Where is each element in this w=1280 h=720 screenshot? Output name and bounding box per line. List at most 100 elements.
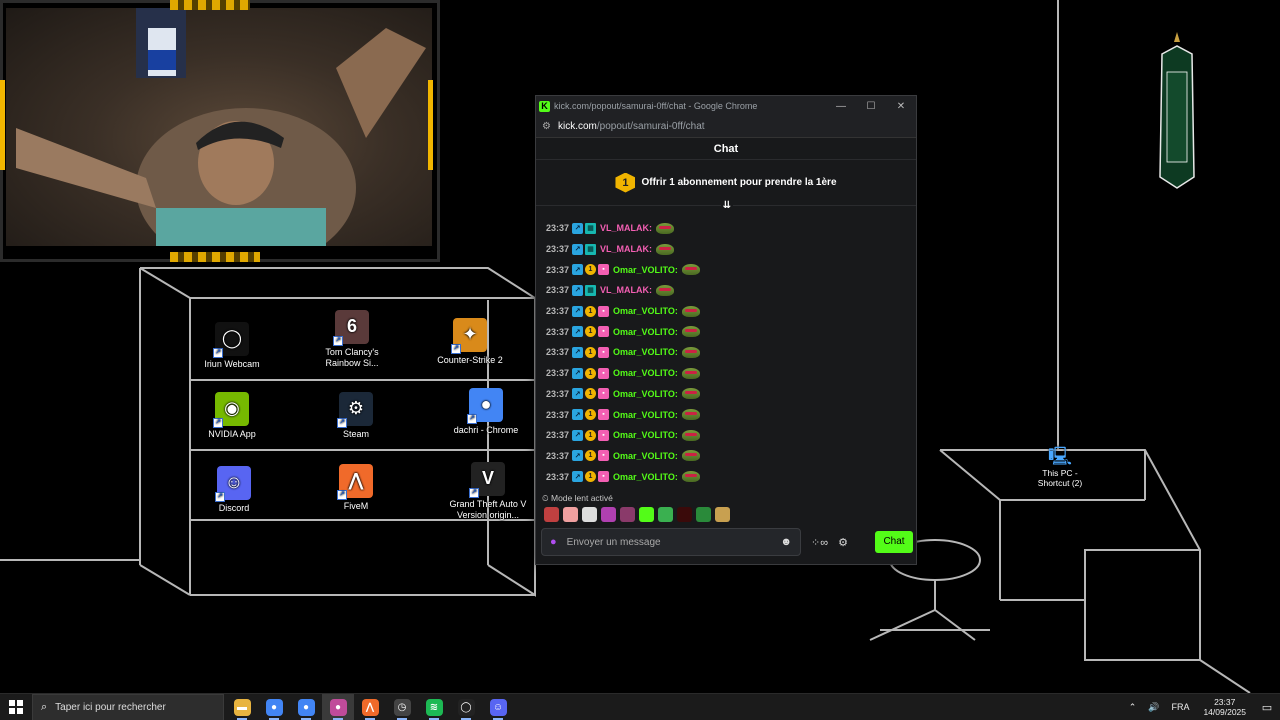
discord-icon: ☺ [489,698,507,716]
emote-icon[interactable] [715,507,730,522]
gta-icon: V ↗ [469,462,505,498]
desktop-icon[interactable]: V ↗ Grand Theft Auto V Version origin... [446,462,530,521]
taskbar-app[interactable]: ☺ [482,694,514,720]
mic-icon[interactable]: ● [550,536,557,548]
this-pc-shortcut[interactable]: 🖳 This PC - Shortcut (2) [1030,446,1090,488]
message-username[interactable]: Omar_VOLITO: [613,347,678,357]
file-explorer-icon: ▬ [233,698,251,716]
taskbar-app[interactable]: ≋ [418,694,450,720]
minimize-button[interactable]: — [826,101,856,112]
chrome-profile-icon: ● [329,698,347,716]
message-username[interactable]: Omar_VOLITO: [613,265,678,275]
frog-emote-icon[interactable] [681,346,700,358]
message-username[interactable]: Omar_VOLITO: [613,389,678,399]
webcam-frame [0,0,440,262]
volume-icon[interactable]: 🔊 [1148,702,1159,713]
taskbar-app[interactable]: ▬ [226,694,258,720]
emote-icon[interactable] [658,507,673,522]
frog-emote-icon[interactable] [681,409,700,421]
message-username[interactable]: VL_MALAK: [600,244,652,254]
emoji-icon[interactable]: ☻ [780,536,792,548]
subscriber-badge-icon: 1 [585,388,596,400]
desktop-icon-label: Steam [342,429,369,439]
window-titlebar[interactable]: K kick.com/popout/samurai-0ff/chat - Goo… [536,96,916,116]
taskbar-app[interactable]: ● [322,693,354,720]
desktop-icon[interactable]: 6 ↗ Tom Clancy's Rainbow Si... [310,310,394,369]
maximize-button[interactable]: ☐ [856,101,886,112]
icon-glyph: 6 [346,316,357,337]
frog-emote-icon[interactable] [656,243,674,255]
gift-sub-banner[interactable]: 1 Offrir 1 abonnement pour prendre la 1è… [536,160,916,211]
address-bar[interactable]: ⚙ kick.com /popout/samurai-0ff/chat [536,116,916,138]
desktop-icon[interactable]: ◉ ↗ NVIDIA App [190,392,274,440]
emote-icon[interactable] [582,507,597,522]
nvidia-icon: ◉ ↗ [213,392,249,428]
message-username[interactable]: Omar_VOLITO: [613,327,678,337]
desktop-icon[interactable]: ☺ ↗ Discord [192,466,276,514]
frog-emote-icon[interactable] [681,388,700,400]
taskbar-app[interactable]: ● [290,694,322,720]
taskbar-app[interactable]: ◯ [450,694,482,720]
message-username[interactable]: VL_MALAK: [600,285,652,295]
desktop-icon[interactable]: ⋀ ↗ FiveM [314,464,398,512]
frog-emote-icon[interactable] [681,326,700,338]
frog-emote-icon[interactable] [681,305,700,317]
message-username[interactable]: Omar_VOLITO: [613,472,678,482]
message-username[interactable]: Omar_VOLITO: [613,368,678,378]
points-icon[interactable]: ⁘∞ [811,536,828,549]
desktop-icon-label: Tom Clancy's Rainbow Si... [325,347,379,368]
desktop-icon[interactable]: ⚙ ↗ Steam [314,392,398,440]
og-badge-icon: ▦ [585,222,596,234]
clock[interactable]: 23:37 14/09/2025 [1203,697,1246,717]
close-button[interactable]: ✕ [886,101,916,112]
emote-icon[interactable] [544,507,559,522]
tray-chevron-icon[interactable]: ⌃ [1129,702,1137,713]
emote-icon[interactable] [620,507,635,522]
message-input[interactable]: ● Envoyer un message ☻ [541,528,801,556]
frog-emote-icon[interactable] [656,284,674,296]
desktop-icon[interactable]: ● ↗ dachri - Chrome [444,388,528,436]
start-button[interactable] [0,694,32,720]
taskbar-app[interactable]: ● [258,694,290,720]
message-username[interactable]: Omar_VOLITO: [613,430,678,440]
frog-emote-icon[interactable] [681,367,700,379]
webcam-icon: ◯ [457,698,475,716]
chrome-icon: ● [297,698,315,716]
emote-icon[interactable] [677,507,692,522]
desktop-icon[interactable]: ◯ ↗ Iriun Webcam [190,322,274,370]
frog-emote-icon[interactable] [681,450,700,462]
message-username[interactable]: Omar_VOLITO: [613,451,678,461]
verified-badge-icon: ↗ [572,409,583,421]
language-indicator[interactable]: FRA [1171,702,1189,712]
emote-icon[interactable] [696,507,711,522]
desktop-icon-label: Counter-Strike 2 [437,355,503,365]
message-username[interactable]: Omar_VOLITO: [613,306,678,316]
verified-badge-icon: ↗ [572,243,583,255]
taskbar-search[interactable]: ⌕ Taper ici pour rechercher [32,693,224,720]
icon-glyph: V [481,468,494,489]
emote-icon[interactable] [563,507,578,522]
shortcut-arrow-icon: ↗ [213,418,223,428]
message-username[interactable]: VL_MALAK: [600,223,652,233]
frog-emote-icon[interactable] [681,429,700,441]
send-chat-button[interactable]: Chat [875,531,913,553]
notifications-icon[interactable]: ▭ [1254,701,1280,714]
settings-gear-icon[interactable]: ⚙ [838,536,848,549]
gifter-badge-icon: ▪ [598,305,609,317]
icon-glyph: ✦ [462,324,478,345]
emote-icon[interactable] [601,507,616,522]
frog-emote-icon[interactable] [656,222,674,234]
message-time: 23:37 [546,306,570,317]
frog-emote-icon[interactable] [681,264,700,276]
taskbar-app[interactable]: ◷ [386,694,418,720]
emote-icon[interactable] [639,507,654,522]
frog-emote-icon[interactable] [681,471,700,483]
scroll-to-bottom-icon[interactable]: ⇊ [721,201,733,211]
site-settings-icon[interactable]: ⚙ [542,121,551,132]
chat-message: 23:37 ↗ 1 ▪ Omar_VOLITO: [546,384,916,405]
chat-message: 23:37 ↗ 1 ▪ Omar_VOLITO: [546,342,916,363]
message-username[interactable]: Omar_VOLITO: [613,410,678,420]
taskbar-app[interactable]: ⋀ [354,694,386,720]
chrome-chat-window[interactable]: K kick.com/popout/samurai-0ff/chat - Goo… [535,95,917,565]
desktop-icon[interactable]: ✦ ↗ Counter-Strike 2 [428,318,512,366]
